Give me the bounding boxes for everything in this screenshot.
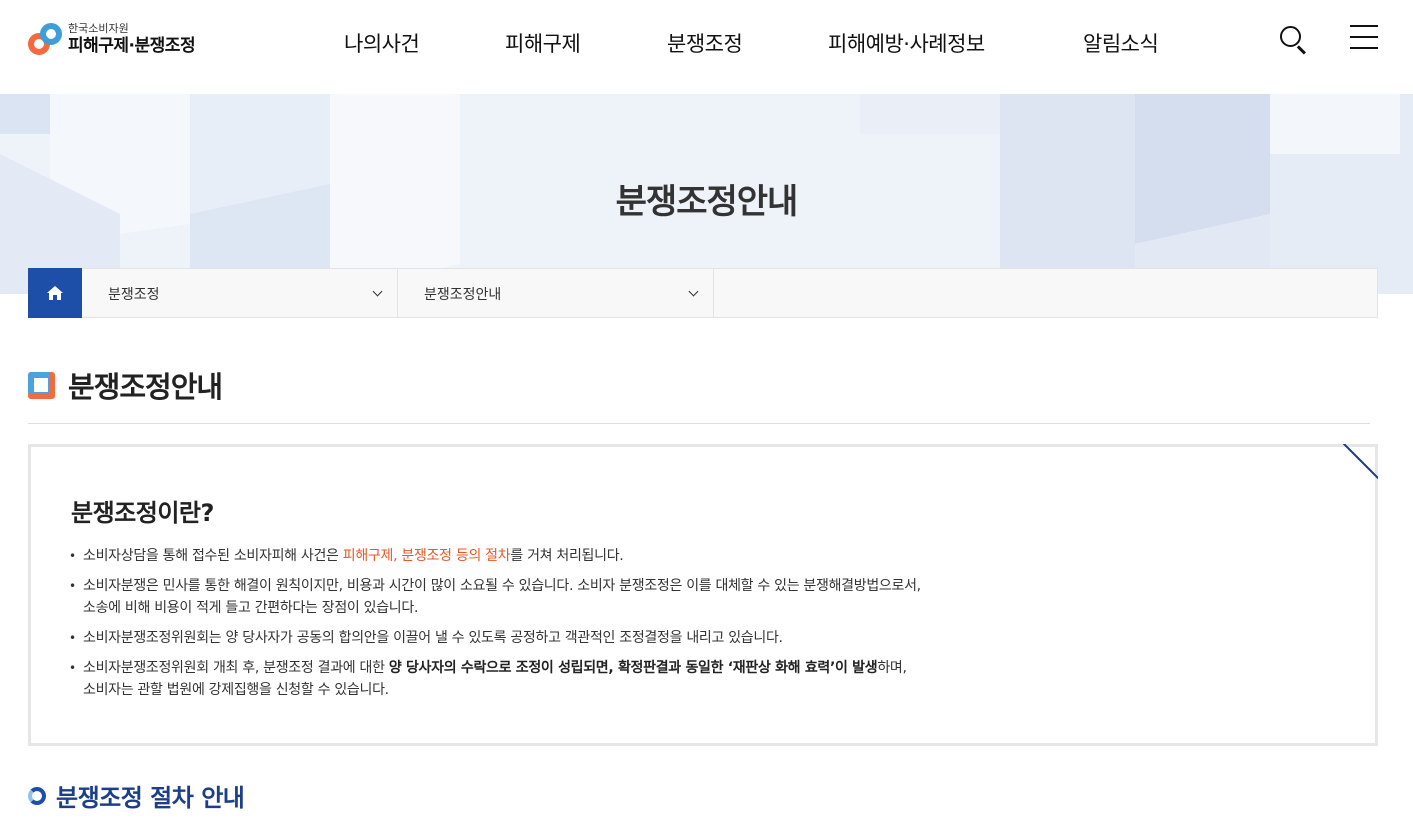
- nav-item-prevention-cases[interactable]: 피해예방·사례정보: [828, 28, 985, 58]
- page-title: 분쟁조정안내: [28, 364, 223, 406]
- breadcrumb-level2-select[interactable]: 분쟁조정안내: [398, 269, 714, 317]
- hamburger-menu-icon[interactable]: [1350, 25, 1378, 49]
- search-icon[interactable]: [1280, 26, 1308, 55]
- divider: [28, 423, 1370, 424]
- nav-item-my-case[interactable]: 나의사건: [344, 28, 420, 58]
- chevron-down-icon: [372, 286, 383, 297]
- nav-item-notices[interactable]: 알림소식: [1083, 28, 1159, 58]
- page-title-text: 분쟁조정안내: [68, 370, 223, 404]
- list-item: 소비자분쟁조정위원회 개최 후, 분쟁조정 결과에 대한 양 당사자의 수락으로…: [69, 657, 1329, 701]
- subsection-title-text: 분쟁조정 절차 안내: [56, 784, 245, 812]
- breadcrumb-level1-label: 분쟁조정: [108, 287, 160, 303]
- home-icon[interactable]: [28, 268, 82, 318]
- section-square-icon: [28, 371, 55, 399]
- chevron-down-icon: [688, 286, 699, 297]
- bold-text: 양 당사자의 수락으로 조정이 성립되면, 확정판결과 동일한 ‘재판상 화해 …: [388, 660, 878, 676]
- nav-item-damage-relief[interactable]: 피해구제: [505, 28, 581, 58]
- breadcrumb-level2-label: 분쟁조정안내: [424, 287, 502, 303]
- highlight-text: 피해구제, 분쟁조정 등의 절차: [342, 548, 511, 564]
- info-box: 분쟁조정이란? 소비자상담을 통해 접수된 소비자피해 사건은 피해구제, 분쟁…: [28, 444, 1378, 746]
- logo-text: 한국소비자원 피해구제·분쟁조정: [68, 22, 196, 57]
- banner-title: 분쟁조정안내: [615, 182, 799, 222]
- corner-decoration: [1342, 444, 1378, 480]
- nav-item-dispute-mediation[interactable]: 분쟁조정: [667, 28, 743, 58]
- site-logo[interactable]: 한국소비자원 피해구제·분쟁조정: [28, 22, 196, 57]
- info-list: 소비자상담을 통해 접수된 소비자피해 사건은 피해구제, 분쟁조정 등의 절차…: [69, 545, 1329, 709]
- site-header: 한국소비자원 피해구제·분쟁조정 나의사건 피해구제 분쟁조정 피해예방·사례정…: [0, 0, 1413, 94]
- list-item: 소비자분쟁은 민사를 통한 해결이 원칙이지만, 비용과 시간이 많이 소요될 …: [69, 575, 1329, 619]
- list-item: 소비자분쟁조정위원회는 양 당사자가 공동의 합의안을 이끌어 낼 수 있도록 …: [69, 627, 1329, 649]
- breadcrumb: 분쟁조정 분쟁조정안내: [28, 268, 1378, 318]
- list-item: 소비자상담을 통해 접수된 소비자피해 사건은 피해구제, 분쟁조정 등의 절차…: [69, 545, 1329, 567]
- logo-org-name: 한국소비자원: [68, 22, 129, 35]
- ring-bullet-icon: [28, 786, 46, 805]
- info-title: 분쟁조정이란?: [71, 499, 214, 527]
- logo-mark-icon: [28, 22, 62, 57]
- logo-service-name: 피해구제·분쟁조정: [68, 36, 196, 56]
- page-banner: 분쟁조정안내: [0, 94, 1413, 294]
- breadcrumb-level1-select[interactable]: 분쟁조정: [82, 269, 398, 317]
- subsection-title: 분쟁조정 절차 안내: [28, 778, 245, 813]
